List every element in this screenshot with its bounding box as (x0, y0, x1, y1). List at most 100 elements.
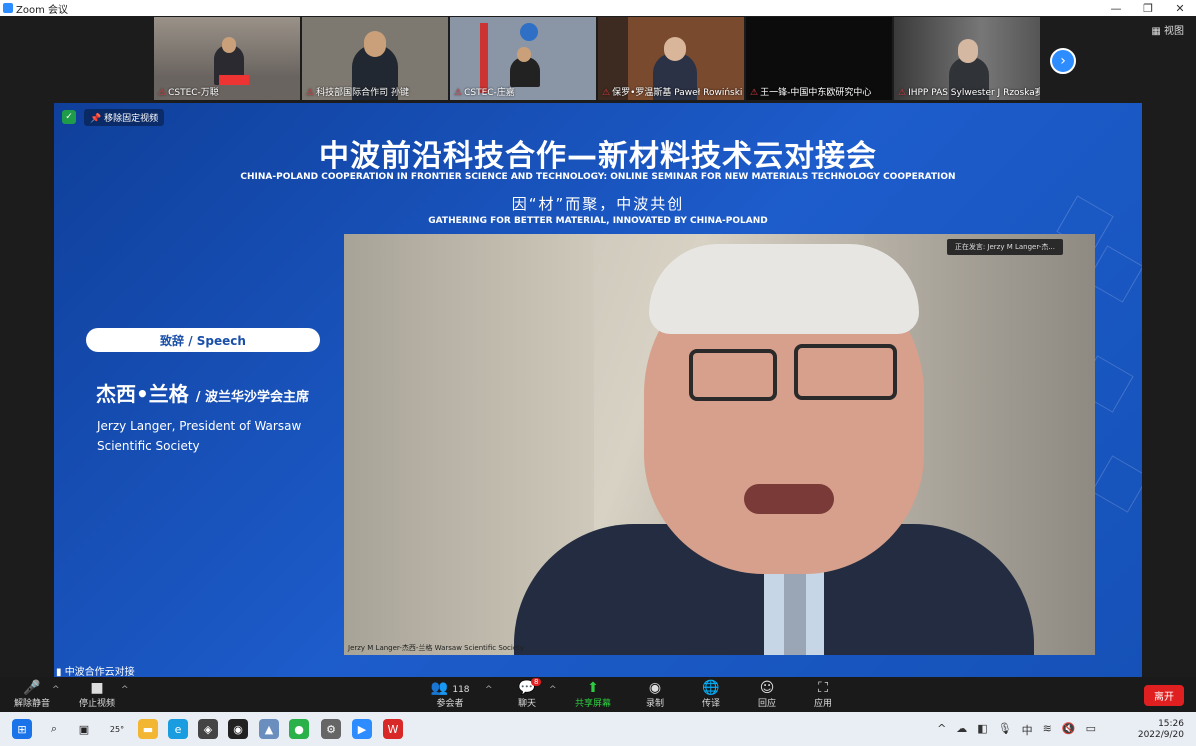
record-button[interactable]: ◉ 录制 (627, 680, 683, 709)
clock-time: 15:26 (1158, 719, 1184, 729)
speaker-name-en: Jerzy Langer, President of Warsaw Scient… (97, 419, 302, 453)
chat-options-caret[interactable]: ^ (549, 685, 557, 695)
close-window-button[interactable]: ✕ (1164, 0, 1196, 16)
participant-tile[interactable]: ⚠ CSTEC-庄嘉 (450, 17, 596, 100)
chevron-right-icon: › (1060, 53, 1066, 69)
video-camera-icon: ■ (90, 680, 104, 696)
participant-name: ⚠ 科技部国际合作司 孙键 (306, 88, 409, 98)
window-titlebar: Zoom 会议 — ❐ ✕ (0, 0, 1196, 16)
minimize-button[interactable]: — (1100, 0, 1132, 16)
chat-bubble-icon: 💬 (518, 680, 536, 696)
event-subtitle-en: GATHERING FOR BETTER MATERIAL, INNOVATED… (428, 216, 768, 226)
share-screen-button[interactable]: ⬆ 共享屏幕 (565, 680, 621, 709)
participant-tile[interactable]: ⚠ 科技部国际合作司 孙键 (302, 17, 448, 100)
wifi-icon[interactable]: ≋ (1043, 722, 1052, 738)
video-options-caret[interactable]: ^ (121, 685, 129, 695)
emoji-icon: ☺ (759, 680, 775, 696)
app-tray-icon[interactable]: ◧ (977, 722, 987, 738)
globe-icon: 🌐 (702, 680, 720, 696)
zoom-logo-icon (3, 3, 13, 13)
wps-office-icon[interactable]: W (383, 719, 403, 739)
weather-widget[interactable]: 25° (104, 719, 130, 739)
active-speaker-tag: 正在发言: Jerzy M Langer-杰... (946, 239, 1063, 255)
speaker-mouth (744, 484, 834, 514)
os-taskbar: ⊞ ⌕ ▣ 25° ▬ e ◈ ◉ ▲ ● ⚙ ▶ W ^ ☁ ◧ 🎙 中 ≋ … (0, 712, 1196, 746)
mic-muted-icon: ⚠ (750, 88, 759, 98)
cloud-icon[interactable]: ☁ (956, 722, 967, 738)
interpretation-button[interactable]: 🌐 传译 (683, 680, 739, 709)
window-title: Zoom 会议 (16, 4, 69, 16)
app-icon[interactable]: ◈ (198, 719, 218, 739)
settings-gear-icon[interactable]: ⚙ (321, 719, 341, 739)
reactions-button[interactable]: ☺ 回应 (739, 680, 795, 709)
speaker-video[interactable]: 正在发言: Jerzy M Langer-杰... Jerzy M Langer… (344, 234, 1095, 655)
glasses-right (794, 344, 897, 400)
decorative-hexagon (1091, 455, 1142, 513)
shared-video-stage: ✓ 📌 移除固定视频 中波前沿科技合作—新材料技术云对接会 CHINA-POLA… (54, 103, 1142, 677)
leave-meeting-button[interactable]: 离开 (1144, 685, 1184, 706)
record-icon: ◉ (648, 680, 662, 696)
windows-start-icon[interactable]: ⊞ (12, 719, 32, 739)
restore-button[interactable]: ❐ (1132, 0, 1164, 16)
edge-browser-icon[interactable]: e (168, 719, 188, 739)
video-name-label: Jerzy M Langer-杰西-兰格 Warsaw Scientific S… (348, 644, 525, 652)
participant-tile[interactable]: ⚠ CSTEC-万聪 (154, 17, 300, 100)
task-view-icon[interactable]: ▣ (74, 719, 94, 739)
ime-indicator[interactable]: 中 (1022, 722, 1033, 738)
stop-video-button[interactable]: ■ 停止视频 (69, 680, 125, 709)
participant-name: ⚠ CSTEC-万聪 (158, 88, 219, 98)
speaker-hair (649, 244, 919, 334)
photos-icon[interactable]: ▲ (259, 719, 279, 739)
microphone-icon[interactable]: 🎙 (998, 722, 1012, 738)
participant-name: ⚠ IHPP PAS Sylwester J Rzoska赛... (898, 88, 1040, 98)
taskbar-clock[interactable]: 15:26 2022/9/20 (1138, 719, 1184, 741)
app-icon[interactable]: ◉ (228, 719, 248, 739)
gallery-strip: ⚠ CSTEC-万聪 ⚠ 科技部国际合作司 孙键 ⚠ CSTEC-庄嘉 ⚠ 保罗•罗温斯… (154, 17, 1040, 100)
pin-icon: 📌 (90, 114, 105, 124)
meeting-name-label: ▮ 中波合作云对接 (56, 667, 135, 678)
apps-icon: ⛶ (818, 680, 828, 696)
participants-options-caret[interactable]: ^ (485, 685, 493, 695)
speech-label: 致辞 / Speech (86, 328, 320, 352)
security-shield-icon[interactable]: ✓ (62, 110, 76, 124)
mic-muted-icon: ⚠ (602, 88, 611, 98)
file-explorer-icon[interactable]: ▬ (138, 719, 158, 739)
mic-muted-icon: ⚠ (158, 88, 167, 98)
unpin-video-button[interactable]: 📌 移除固定视频 (84, 109, 165, 126)
audio-options-caret[interactable]: ^ (52, 685, 60, 695)
meeting-window: ⚠ CSTEC-万聪 ⚠ 科技部国际合作司 孙键 ⚠ CSTEC-庄嘉 ⚠ 保罗•罗温斯… (0, 16, 1196, 712)
wechat-icon[interactable]: ● (289, 719, 309, 739)
view-button[interactable]: ▦ 视图 (1151, 22, 1184, 37)
mic-muted-icon: ⚠ (898, 88, 907, 98)
mic-muted-icon: ⚠ (454, 88, 463, 98)
clock-date: 2022/9/20 (1137, 730, 1184, 740)
participants-icon: 👥 118 (430, 680, 470, 696)
participant-tile[interactable]: ⚠ IHPP PAS Sylwester J Rzoska赛... (894, 17, 1040, 100)
speaker-tie (784, 564, 806, 655)
zoom-taskbar-icon[interactable]: ▶ (352, 719, 372, 739)
window-controls: — ❐ ✕ (1100, 0, 1196, 16)
mic-muted-icon: ⚠ (306, 88, 315, 98)
grid-view-icon: ▦ (1151, 26, 1164, 37)
event-title-en: CHINA-POLAND COOPERATION IN FRONTIER SCI… (240, 172, 956, 182)
event-subtitle-cn: 因“材”而聚，中波共创 (511, 195, 685, 213)
system-tray: ^ ☁ ◧ 🎙 中 ≋ 🔇 ▭ (937, 722, 1096, 738)
chat-button[interactable]: 💬 8 聊天 (499, 678, 555, 709)
chevron-up-icon[interactable]: ^ (937, 722, 946, 738)
participant-tile[interactable]: ⚠ 王一锋-中国中东欧研究中心 (746, 17, 892, 100)
apps-button[interactable]: ⛶ 应用 (795, 680, 851, 709)
search-icon[interactable]: ⌕ (44, 719, 64, 739)
volume-muted-icon[interactable]: 🔇 (1062, 722, 1076, 738)
participants-button[interactable]: 👥 118 参会者 (422, 680, 478, 709)
participant-name: ⚠ 保罗•罗温斯基 Paweł Rowiński (602, 88, 743, 98)
participant-tile[interactable]: ⚠ 保罗•罗温斯基 Paweł Rowiński (598, 17, 744, 100)
gallery-next-button[interactable]: › (1050, 48, 1076, 74)
share-screen-icon: ⬆ (587, 680, 599, 696)
speaker-name-cn: 杰西•兰格 / 波兰华沙学会主席 (96, 382, 310, 406)
meeting-toolbar: 🎤 解除静音 ^ ■ 停止视频 ^ 👥 118 参会者 ^ 💬 8 聊天 ^ ⬆ 共享屏幕 … (0, 677, 1196, 712)
glasses-left (689, 349, 777, 401)
participant-name: ⚠ 王一锋-中国中东欧研究中心 (750, 88, 872, 98)
participant-name: ⚠ CSTEC-庄嘉 (454, 88, 515, 98)
battery-icon[interactable]: ▭ (1086, 722, 1096, 738)
event-title-cn: 中波前沿科技合作—新材料技术云对接会 (319, 139, 877, 174)
